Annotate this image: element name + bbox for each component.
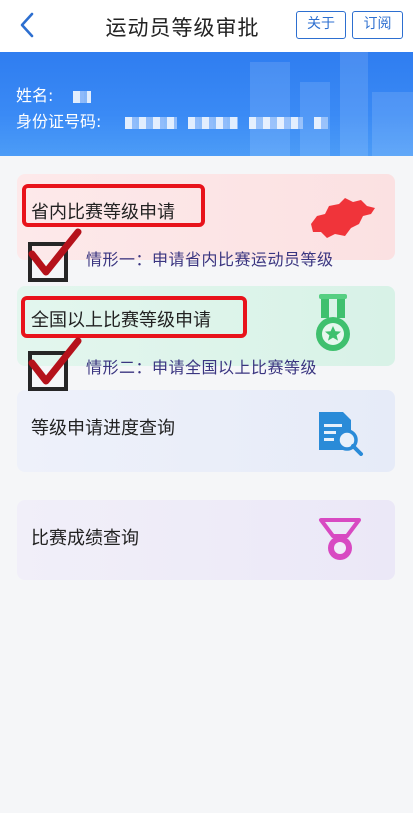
- name-label: 姓名:: [16, 86, 54, 105]
- checkmark-icon: [28, 228, 82, 282]
- card-title: 等级申请进度查询: [31, 418, 175, 439]
- annotation-note: 情形一：申请省内比赛运动员等级: [86, 250, 334, 269]
- about-button[interactable]: 关于: [296, 11, 346, 39]
- document-search-icon: [319, 412, 363, 456]
- id-label: 身份证号码:: [16, 112, 102, 131]
- banner-decoration: [372, 92, 413, 156]
- name-value-masked: [72, 90, 91, 103]
- banner-decoration: [340, 52, 368, 156]
- highlight-box: [21, 296, 247, 338]
- profile-banner: 姓名: 身份证号码:: [0, 52, 413, 156]
- card-title: 比赛成绩查询: [31, 528, 139, 549]
- back-button[interactable]: [12, 10, 42, 40]
- id-value-masked: [313, 116, 328, 129]
- checkmark-icon: [28, 337, 82, 391]
- name-row: 姓名:: [16, 82, 91, 106]
- highlight-box: [22, 184, 205, 227]
- award-medal-icon: [319, 518, 361, 560]
- medal-icon: [316, 294, 350, 351]
- id-value-masked: [187, 116, 238, 129]
- id-row: 身份证号码:: [16, 108, 328, 132]
- page-title-text: 运动员等级审批: [105, 16, 260, 40]
- subscribe-button[interactable]: 订阅: [352, 11, 403, 39]
- id-value-masked: [248, 116, 303, 129]
- chevron-left-icon: [20, 12, 34, 38]
- progress-query-card[interactable]: 等级申请进度查询: [17, 390, 395, 472]
- annotation-note: 情形二：申请全国以上比赛等级: [86, 358, 318, 377]
- top-bar: 运动员等级审批 关于 订阅: [0, 0, 413, 52]
- results-query-card[interactable]: 比赛成绩查询: [17, 500, 395, 580]
- province-map-icon: [311, 198, 375, 238]
- id-value-masked: [124, 116, 177, 129]
